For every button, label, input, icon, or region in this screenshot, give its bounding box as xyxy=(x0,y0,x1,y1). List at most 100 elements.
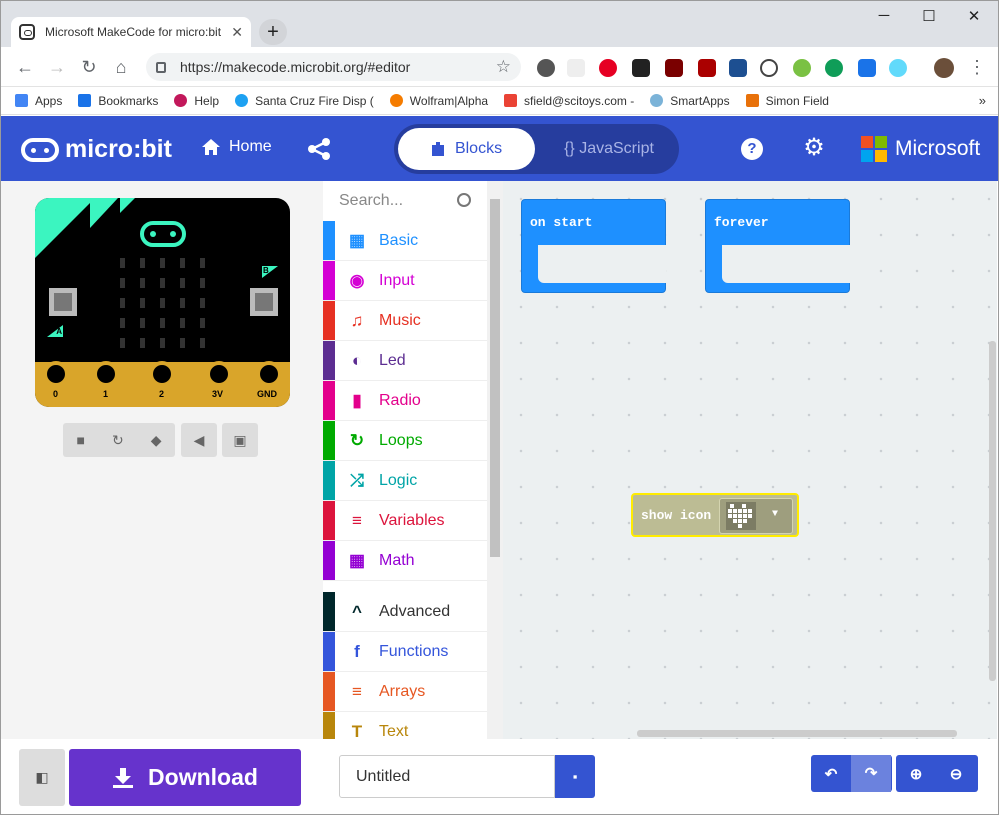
category-radio[interactable]: ▮ Radio xyxy=(323,381,487,421)
zoom-in-icon[interactable]: ⊕ xyxy=(896,765,936,783)
bookmark-santa-cruz[interactable]: Santa Cruz Fire Disp ( xyxy=(235,94,374,108)
statement-slot xyxy=(538,245,666,283)
fullscreen-button[interactable]: ▣ xyxy=(222,423,258,457)
category-music[interactable]: ♫ Music xyxy=(323,301,487,341)
advanced-icon: ^ xyxy=(352,601,362,621)
microbit-board[interactable]: A B 0 1 2 3V GND xyxy=(35,198,290,407)
category-color-bar xyxy=(323,501,335,540)
minimize-button[interactable]: ─ xyxy=(869,7,899,24)
extension-icon[interactable] xyxy=(793,59,811,77)
chevron-down-icon: ▼ xyxy=(772,509,779,520)
more-bookmarks-icon[interactable]: » xyxy=(979,93,986,108)
project-name-input[interactable]: Untitled xyxy=(339,755,555,798)
workspace-vertical-scrollbar[interactable] xyxy=(989,341,996,681)
pin-1[interactable] xyxy=(93,361,119,387)
category-loops[interactable]: ↻ Loops xyxy=(323,421,487,461)
close-window-button[interactable]: ✕ xyxy=(959,7,989,25)
pin-gnd[interactable] xyxy=(256,361,282,387)
bookmark-help[interactable]: Help xyxy=(174,94,219,108)
restart-icon[interactable]: ↻ xyxy=(112,432,124,449)
extension-icon[interactable] xyxy=(858,59,876,77)
category-label: Variables xyxy=(379,511,445,529)
new-tab-button[interactable]: + xyxy=(259,19,287,45)
javascript-tab[interactable]: {} JavaScript xyxy=(544,128,674,170)
zoom-out-icon[interactable]: ⊖ xyxy=(936,765,976,783)
bookmark-star-icon[interactable]: ☆ xyxy=(496,57,511,77)
pin-label: GND xyxy=(257,389,277,399)
show-icon-block[interactable]: show icon ▼ xyxy=(631,493,799,537)
extension-icon[interactable] xyxy=(567,59,585,77)
bookmark-apps[interactable]: Apps xyxy=(15,94,62,108)
pin-2[interactable] xyxy=(149,361,175,387)
icon-dropdown[interactable]: ▼ xyxy=(719,498,793,534)
extension-icon[interactable] xyxy=(537,59,555,77)
bookmark-gmail[interactable]: sfield@scitoys.com - xyxy=(504,94,634,108)
extension-icon[interactable] xyxy=(825,59,843,77)
house-icon xyxy=(202,139,220,155)
ublock-icon[interactable] xyxy=(698,59,716,77)
collapse-simulator-button[interactable]: ◧ xyxy=(19,749,65,806)
category-advanced[interactable]: ^ Advanced xyxy=(323,592,487,632)
mute-button[interactable]: ◀ xyxy=(181,423,217,457)
category-label: Music xyxy=(379,311,421,329)
forever-block[interactable]: forever xyxy=(705,199,850,293)
menu-kebab-icon[interactable]: ⋮ xyxy=(965,55,989,79)
category-variables[interactable]: ≡ Variables xyxy=(323,501,487,541)
home-button[interactable]: Home xyxy=(201,138,272,156)
forward-arrow-icon[interactable]: → xyxy=(45,55,69,79)
bookmark-wolfram[interactable]: Wolfram|Alpha xyxy=(389,94,488,108)
category-functions[interactable]: f Functions xyxy=(323,632,487,672)
button-a[interactable] xyxy=(49,288,77,316)
music-icon: ♫ xyxy=(350,310,364,330)
workspace-horizontal-scrollbar[interactable] xyxy=(637,730,957,737)
category-basic[interactable]: ▦ Basic xyxy=(323,221,487,261)
toolbox-scrollbar[interactable] xyxy=(487,181,503,739)
button-a-label: A xyxy=(56,327,62,336)
pin-3v[interactable] xyxy=(206,361,232,387)
pin-0[interactable] xyxy=(43,361,69,387)
button-b[interactable] xyxy=(250,288,278,316)
react-icon[interactable] xyxy=(889,59,907,77)
floppy-disk-icon: ▪ xyxy=(572,769,578,784)
speed-icon[interactable] xyxy=(760,59,778,77)
back-arrow-icon[interactable]: ← xyxy=(13,55,37,79)
reload-icon[interactable]: ↻ xyxy=(77,55,101,79)
blocks-workspace[interactable]: on start forever show icon ▼ xyxy=(503,181,997,739)
extension-icon[interactable] xyxy=(665,59,683,77)
blocks-tab[interactable]: Blocks xyxy=(398,128,535,170)
address-bar[interactable]: https://makecode.microbit.org/#editor ☆ xyxy=(146,53,521,81)
on-start-block[interactable]: on start xyxy=(521,199,666,293)
category-led[interactable]: ◐ Led xyxy=(323,341,487,381)
save-button[interactable]: ▪ xyxy=(555,755,595,798)
slow-mo-icon[interactable]: ◆ xyxy=(151,432,162,449)
bookmark-bookmarks[interactable]: Bookmarks xyxy=(78,94,158,108)
maximize-button[interactable]: ☐ xyxy=(914,7,944,25)
gear-icon[interactable]: ⚙ xyxy=(801,135,827,161)
download-button[interactable]: Download xyxy=(69,749,301,806)
category-logic[interactable]: ⤮ Logic xyxy=(323,461,487,501)
redo-icon[interactable]: ↷ xyxy=(851,755,891,792)
extension-icon[interactable] xyxy=(729,59,747,77)
bookmark-smartapps[interactable]: SmartApps xyxy=(650,94,730,108)
share-icon[interactable] xyxy=(307,138,331,160)
stop-icon[interactable]: ■ xyxy=(77,432,85,448)
home-icon[interactable]: ⌂ xyxy=(109,55,133,79)
category-arrays[interactable]: ≡ Arrays xyxy=(323,672,487,712)
star-icon xyxy=(78,94,92,107)
microsoft-logo[interactable]: Microsoft xyxy=(861,136,980,162)
extension-icon[interactable] xyxy=(632,59,650,77)
pinterest-icon[interactable] xyxy=(599,59,617,77)
microbit-logo[interactable]: micro:bit xyxy=(21,135,172,164)
bookmark-simon-field[interactable]: Simon Field xyxy=(745,94,829,108)
tab-close-icon[interactable]: ✕ xyxy=(231,24,243,41)
browser-tab[interactable]: Microsoft MakeCode for micro:bit ✕ xyxy=(11,17,251,47)
undo-redo-group: ↶ ↷ xyxy=(811,755,892,792)
category-input[interactable]: ◉ Input xyxy=(323,261,487,301)
undo-icon[interactable]: ↶ xyxy=(811,765,851,783)
search-icon[interactable] xyxy=(457,193,471,207)
profile-avatar[interactable] xyxy=(934,58,954,78)
scrollbar-thumb[interactable] xyxy=(490,199,500,557)
category-color-bar xyxy=(323,221,335,260)
category-math[interactable]: ▦ Math xyxy=(323,541,487,581)
help-button[interactable]: ? xyxy=(741,138,763,160)
